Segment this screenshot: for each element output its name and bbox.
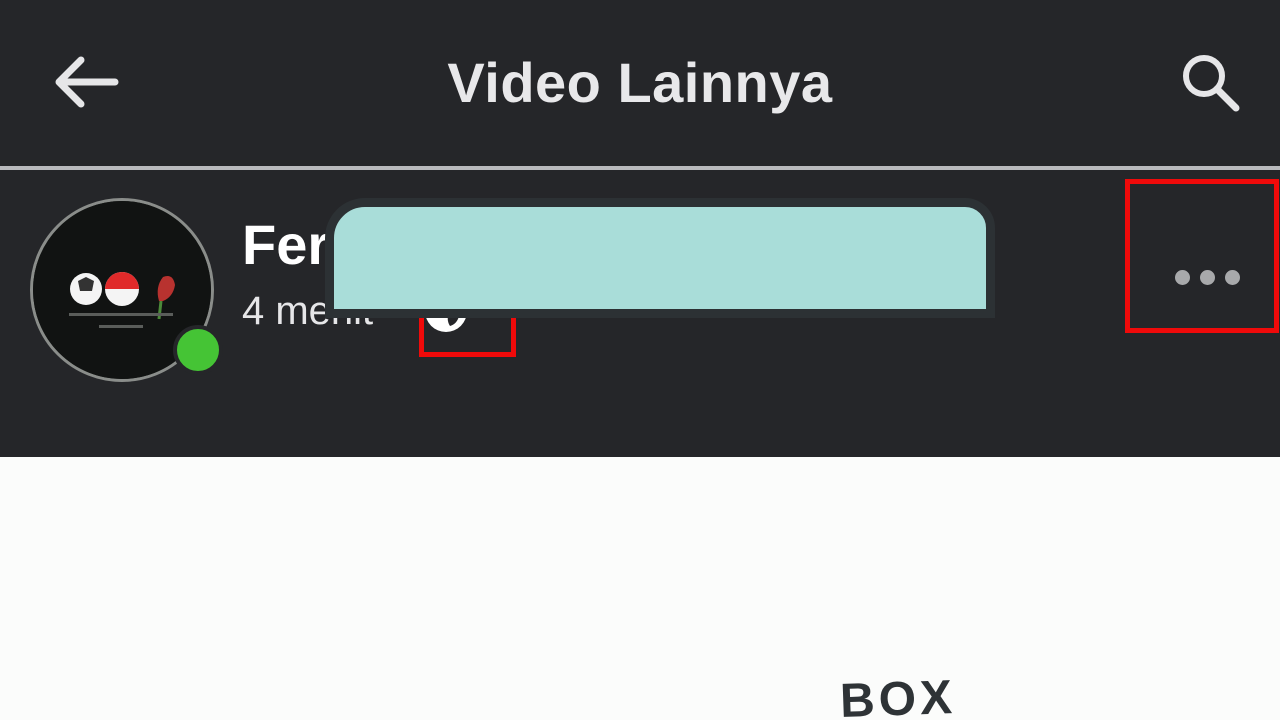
search-button[interactable] [1165,42,1255,122]
video-illustration-box [325,198,995,318]
online-status-indicator [173,325,223,375]
search-icon [1183,55,1240,112]
screen: Video Lainnya Ferry Ayunda [0,0,1280,720]
video-box-label: BOX [839,670,957,720]
more-horizontal-icon [1175,269,1240,285]
video-area[interactable] [0,457,1280,720]
more-options-button[interactable] [1130,182,1275,332]
page-title: Video Lainnya [447,51,833,114]
app-bar: Video Lainnya [0,0,1280,166]
